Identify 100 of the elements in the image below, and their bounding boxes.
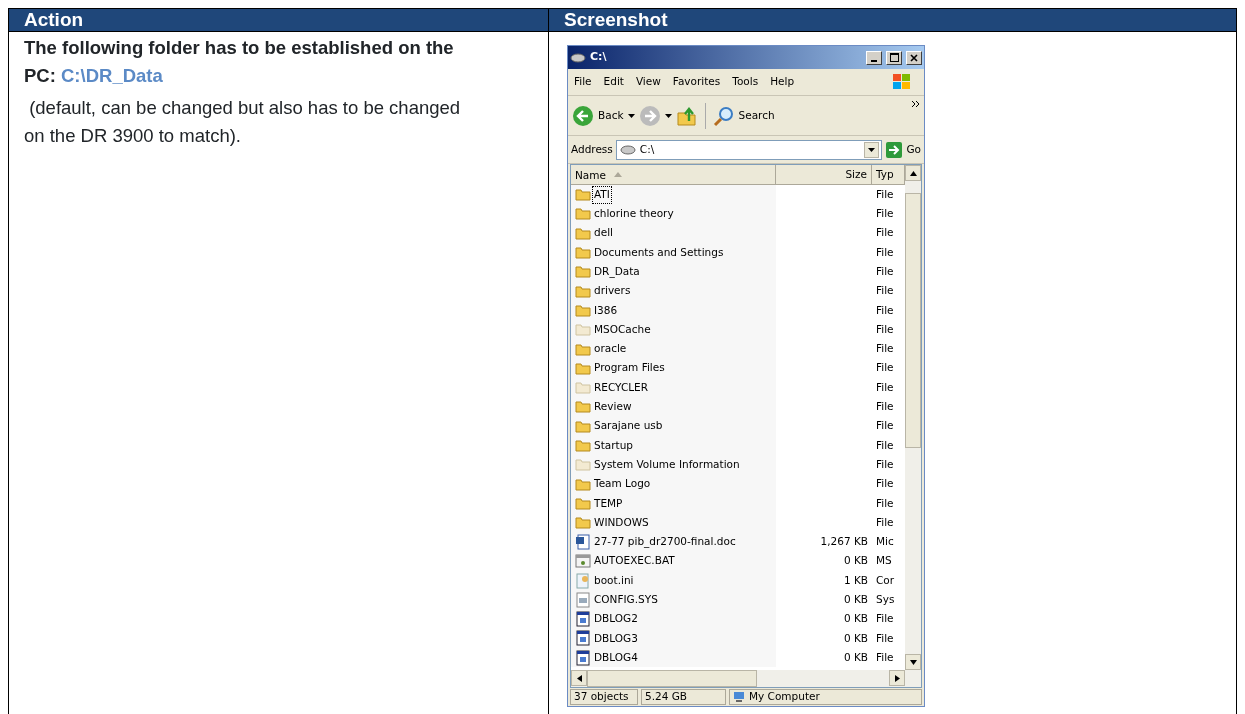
file-name: DBLOG3 <box>593 630 639 646</box>
file-size: 1,267 KB <box>820 535 868 548</box>
folder-path: C:\DR_Data <box>61 65 163 86</box>
file-size: 0 KB <box>843 612 868 625</box>
scroll-thumb[interactable] <box>587 670 757 687</box>
address-field[interactable]: C:\ <box>615 139 883 160</box>
file-type: File <box>876 187 894 200</box>
file-type: File <box>876 361 894 374</box>
menu-item[interactable]: File <box>568 74 598 90</box>
file-name: Startup <box>593 437 634 453</box>
folder-icon <box>575 207 591 221</box>
column-header[interactable]: Size <box>776 165 872 185</box>
file-name: AUTOEXEC.BAT <box>593 553 676 569</box>
file-name: drivers <box>593 283 632 299</box>
scroll-up-button[interactable] <box>905 165 921 181</box>
file-type: Mic <box>876 535 894 548</box>
address-label: Address <box>571 141 613 157</box>
file-name: CONFIG.SYS <box>593 592 659 607</box>
file-name: DBLOG4 <box>593 649 639 665</box>
right-arrow-icon <box>893 674 901 682</box>
file-name: Program Files <box>593 360 666 376</box>
file-name: Team Logo <box>593 476 652 492</box>
back-button[interactable]: Back <box>598 107 624 124</box>
file-name: Review <box>593 399 633 415</box>
minimize-icon <box>871 59 877 62</box>
drive-icon <box>619 144 636 155</box>
hidden-folder-icon <box>575 458 591 472</box>
close-button[interactable] <box>906 50 922 65</box>
file-type: File <box>876 207 894 220</box>
minimize-button[interactable] <box>866 50 882 65</box>
scroll-thumb[interactable] <box>905 193 921 448</box>
file-type: File <box>876 264 894 277</box>
menu-item[interactable]: View <box>629 74 667 90</box>
folder-icon <box>575 361 591 375</box>
file-size: 0 KB <box>843 593 868 605</box>
file-type: File <box>876 612 894 625</box>
file-name: WINDOWS <box>593 514 650 530</box>
file-size: 0 KB <box>843 631 868 644</box>
menu-item[interactable]: Edit <box>597 74 630 90</box>
status-text: My Computer <box>749 689 820 705</box>
menu-item[interactable]: Favorites <box>666 74 727 90</box>
file-name: MSOCache <box>593 321 652 337</box>
window-file-icon <box>575 649 591 666</box>
computer-icon <box>733 691 745 703</box>
file-type: File <box>876 496 894 509</box>
folder-icon <box>575 246 591 260</box>
window-title: C:\ <box>590 49 608 66</box>
folder-icon <box>575 496 591 510</box>
dropdown-caret-icon <box>868 146 876 153</box>
hidden-folder-icon <box>575 323 591 337</box>
folder-icon <box>575 477 591 491</box>
folder-icon <box>575 226 591 240</box>
status-text: 37 objects <box>574 689 629 705</box>
file-name: boot.ini <box>593 572 635 588</box>
status-text: 5.24 GB <box>645 689 688 705</box>
file-size: 0 KB <box>843 650 868 663</box>
close-icon <box>910 53 918 62</box>
scroll-left-button[interactable] <box>571 670 587 686</box>
folder-icon <box>575 265 591 279</box>
file-name: DBLOG2 <box>593 611 639 627</box>
go-button[interactable]: Go <box>906 141 921 158</box>
file-type: File <box>876 650 894 663</box>
chevron-icon[interactable] <box>912 100 920 108</box>
window-file-icon <box>575 611 591 628</box>
file-size: 1 KB <box>843 573 868 586</box>
file-name: System Volume Information <box>593 456 741 472</box>
search-button[interactable]: Search <box>738 107 775 124</box>
search-icon[interactable] <box>712 104 735 127</box>
file-name: RECYCLER <box>593 379 650 395</box>
file-name: oracle <box>593 341 628 357</box>
document-icon <box>575 534 591 550</box>
folder-icon <box>575 419 591 433</box>
menu-item[interactable]: Tools <box>726 74 765 90</box>
column-header: Action <box>9 9 549 31</box>
system-file-icon <box>575 591 591 608</box>
windows-logo-icon <box>892 73 912 91</box>
folder-icon <box>575 439 591 452</box>
file-type: File <box>876 438 894 451</box>
maximize-icon <box>889 53 899 62</box>
file-name: I386 <box>593 302 619 318</box>
menu-item[interactable]: Help <box>764 74 801 90</box>
file-name: DR_Data <box>593 263 641 280</box>
sort-arrow-icon <box>614 172 622 177</box>
dropdown-button[interactable] <box>864 141 880 158</box>
scroll-right-button[interactable] <box>889 670 905 686</box>
scroll-down-button[interactable] <box>905 654 921 670</box>
file-type: File <box>876 457 894 470</box>
file-type: File <box>876 245 894 258</box>
instruction-text: The following folder has to be established on the PC: C:\DR_Data <box>23 36 455 88</box>
window-file-icon <box>575 630 591 647</box>
maximize-button[interactable] <box>886 50 902 65</box>
left-arrow-icon <box>575 674 583 682</box>
dropdown-caret-icon <box>627 112 635 119</box>
file-size: 0 KB <box>843 554 868 567</box>
folder-icon <box>575 303 591 317</box>
file-type: MS <box>876 554 892 567</box>
drive-icon <box>570 52 586 63</box>
instruction-note: (default, can be changed but also has to be changed on the DR 3900 to match). <box>23 96 462 148</box>
folder-icon <box>575 342 591 356</box>
file-name: ATI <box>593 186 611 203</box>
